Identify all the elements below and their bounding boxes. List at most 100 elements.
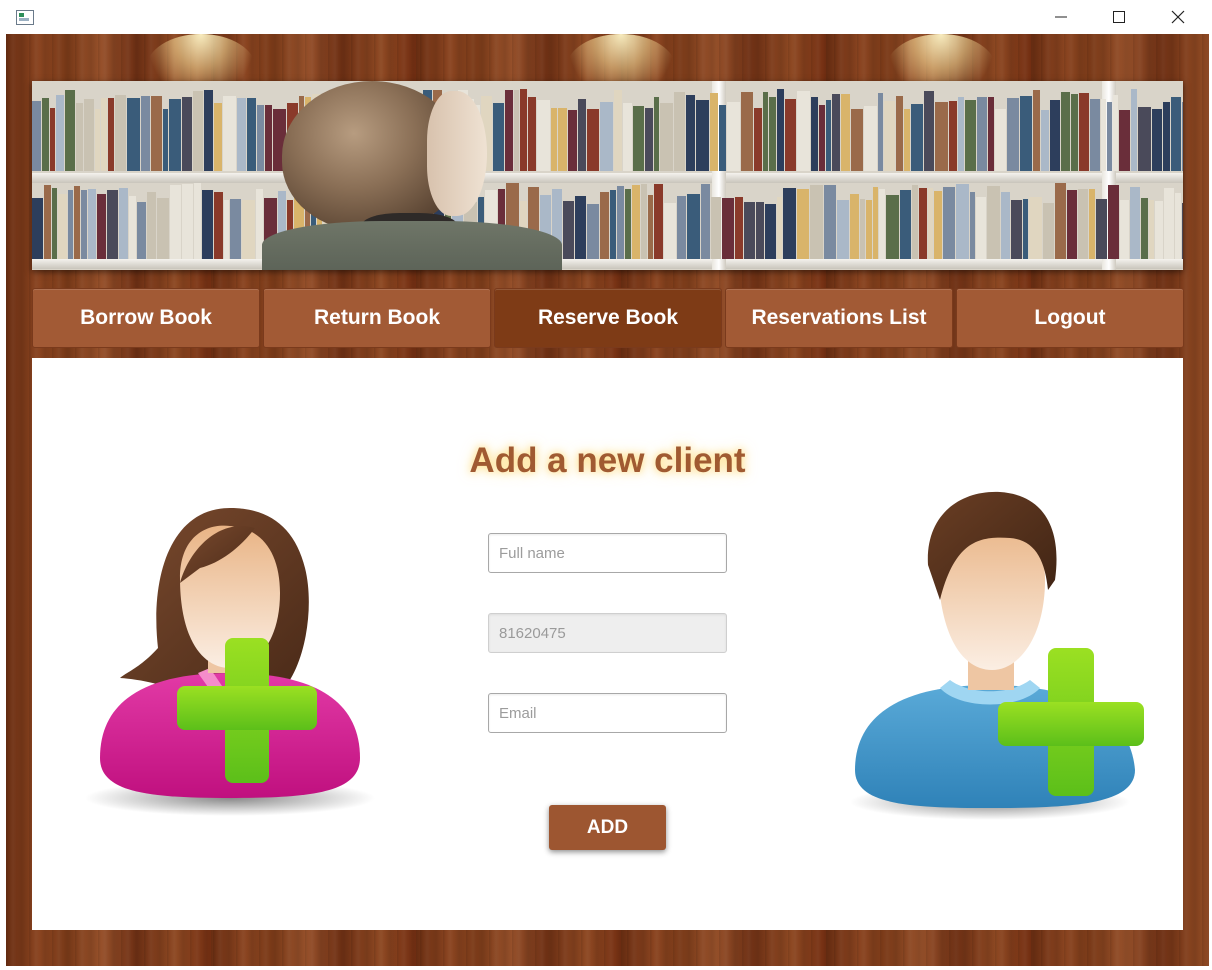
book-spine — [157, 198, 169, 259]
book-spine — [610, 190, 616, 259]
book-spine — [551, 108, 557, 171]
book-spine — [230, 199, 241, 259]
book-spine — [1089, 189, 1095, 259]
book-spine — [879, 189, 885, 259]
book-spine — [1061, 92, 1070, 171]
book-spine — [1182, 203, 1183, 259]
book-spine — [578, 99, 586, 171]
book-spine — [677, 196, 686, 259]
book-spine — [163, 109, 168, 171]
book-spine — [101, 98, 107, 171]
book-spine — [977, 97, 987, 171]
book-spine — [1120, 200, 1129, 259]
book-spine — [493, 103, 504, 171]
book-spine — [119, 188, 128, 259]
book-spine — [711, 197, 721, 259]
book-spine — [1113, 95, 1118, 171]
book-spine — [878, 93, 883, 171]
reserve-book-button[interactable]: Reserve Book — [494, 288, 722, 348]
book-spine — [976, 197, 986, 259]
book-spine — [505, 90, 513, 171]
book-spine — [1108, 185, 1119, 259]
book-spine — [965, 100, 976, 171]
book-spine — [819, 105, 825, 171]
book-spine — [623, 103, 632, 171]
book-spine — [1155, 201, 1163, 259]
book-spine — [81, 190, 87, 259]
book-spine — [958, 97, 964, 171]
book-spine — [884, 101, 895, 171]
book-spine — [632, 185, 640, 259]
book-spine — [97, 194, 106, 259]
book-spine — [850, 194, 859, 259]
minimize-button[interactable] — [1032, 0, 1090, 34]
book-spine — [1130, 187, 1140, 259]
book-spine — [169, 99, 181, 171]
book-spine — [924, 91, 934, 171]
book-spine — [1131, 89, 1137, 171]
book-spine — [537, 100, 550, 171]
book-spine — [765, 204, 776, 259]
book-spine — [182, 97, 192, 171]
book-spine — [1138, 107, 1151, 171]
minimize-icon — [1055, 16, 1067, 18]
book-spine — [696, 100, 709, 171]
book-spine — [1119, 110, 1130, 171]
book-spine — [1175, 193, 1181, 259]
book-spine — [660, 103, 673, 171]
book-spine — [237, 98, 246, 171]
window-titlebar — [0, 0, 1212, 34]
book-spine — [1055, 183, 1066, 259]
book-spine — [32, 101, 41, 171]
book-spine — [1090, 99, 1100, 171]
book-spine — [710, 93, 718, 171]
book-spine — [851, 109, 863, 171]
reservations-list-button[interactable]: Reservations List — [725, 288, 953, 348]
book-spine — [763, 92, 768, 171]
book-spine — [701, 184, 710, 259]
book-spine — [826, 100, 831, 171]
book-spine — [1163, 102, 1170, 171]
logout-button[interactable]: Logout — [956, 288, 1184, 348]
book-spine — [127, 98, 140, 171]
book-spine — [600, 102, 613, 171]
book-spine — [115, 95, 126, 171]
book-spine — [587, 204, 599, 259]
book-spine — [214, 192, 223, 259]
book-spine — [514, 90, 519, 171]
book-spine — [68, 190, 73, 259]
book-spine — [74, 186, 80, 259]
book-spine — [88, 189, 96, 259]
book-spine — [783, 188, 796, 259]
book-spine — [970, 192, 975, 259]
email-input[interactable] — [488, 693, 727, 733]
book-spine — [520, 89, 527, 171]
close-button[interactable] — [1149, 0, 1207, 34]
maximize-button[interactable] — [1090, 0, 1148, 34]
book-spine — [151, 96, 162, 171]
book-spine — [32, 198, 43, 259]
book-spine — [44, 185, 51, 259]
book-spine — [664, 203, 676, 259]
book-spine — [648, 195, 653, 259]
borrow-book-button[interactable]: Borrow Book — [32, 288, 260, 348]
add-button[interactable]: ADD — [549, 805, 666, 850]
add-client-panel: Add a new client ADD — [32, 358, 1183, 930]
full-name-input[interactable] — [488, 533, 727, 573]
book-spine — [1029, 197, 1042, 259]
book-spine — [641, 184, 647, 259]
add-female-user-icon — [85, 508, 375, 816]
book-spine — [1079, 93, 1089, 171]
book-spine — [194, 183, 201, 259]
book-spine — [170, 185, 181, 259]
book-spine — [204, 90, 213, 171]
book-spine — [1050, 100, 1060, 171]
book-spine — [777, 197, 782, 259]
book-spine — [76, 103, 83, 171]
book-spine — [42, 98, 49, 171]
book-spine — [1149, 200, 1154, 259]
book-spine — [911, 104, 923, 171]
return-book-button[interactable]: Return Book — [263, 288, 491, 348]
book-spine — [1033, 90, 1040, 171]
book-spine — [824, 185, 836, 259]
